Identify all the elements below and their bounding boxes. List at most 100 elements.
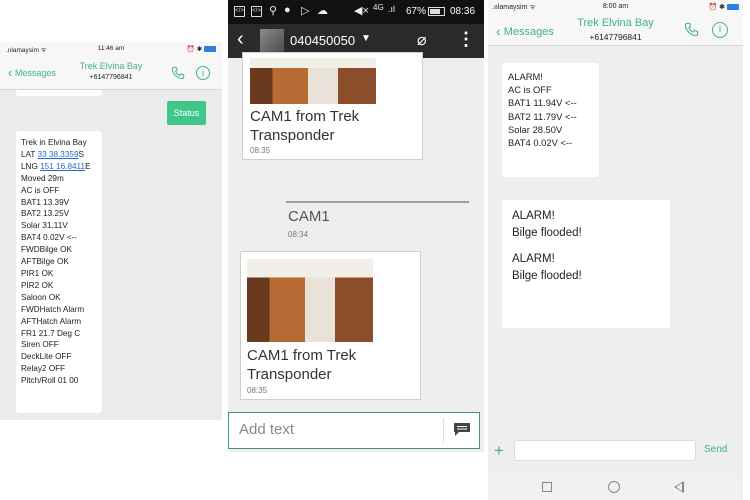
mms-title: CAM1 from Trek Transponder: [250, 108, 360, 144]
previous-message-bubble: [16, 90, 102, 96]
battery-icon: [727, 4, 739, 11]
phone-call-icon[interactable]: [684, 22, 699, 37]
android-nav-bar: [488, 474, 743, 500]
more-options-icon[interactable]: ⋮: [457, 29, 475, 50]
cabin-photo[interactable]: [247, 259, 373, 342]
compose-bar: + Send: [488, 436, 743, 466]
usb-icon: ⚲: [269, 5, 278, 17]
message-input-placeholder: Add text: [239, 421, 295, 438]
status-line: FR1 21.7 Deg C: [21, 328, 81, 338]
sent-message-bubble: Status: [167, 101, 206, 125]
attach-paperclip-icon[interactable]: ⌀: [417, 30, 427, 50]
mms-card[interactable]: CAM1 from Trek Transponder 08:35: [240, 251, 421, 400]
status-line: BAT1 13.39V: [21, 197, 70, 207]
longitude-link[interactable]: 151 16.8411: [40, 162, 85, 171]
status-time: 08:36: [450, 6, 476, 17]
send-message-icon[interactable]: [453, 422, 471, 437]
plain-message-text: CAM1: [288, 208, 330, 225]
received-message-bubble: ALARM! Bilge flooded! ALARM! Bilge flood…: [502, 200, 670, 328]
received-message-bubble: ALARM! AC is OFF BAT1 11.94V <-- BAT2 11…: [502, 63, 599, 177]
info-icon[interactable]: i: [196, 66, 210, 80]
dropdown-arrow-icon[interactable]: ▼: [361, 33, 371, 44]
bluetooth-icon: ✱: [719, 4, 726, 11]
middle-phone-screen: </> </> ⚲ ● ▷ ☁ ◀× 4G .ıl 67% 08:36 ‹ 04…: [228, 0, 484, 452]
info-icon[interactable]: i: [712, 22, 728, 38]
battery-icon: [428, 7, 445, 16]
message-line: Solar 28.50V: [508, 123, 563, 135]
left-phone-screen: .ıılamaysim ᯤ 11:46 am ⏰ ✱ ‹ Messages Tr…: [0, 42, 222, 420]
network-type-label: 4G: [373, 3, 384, 12]
message-input[interactable]: [514, 440, 696, 461]
status-line: FWDHatch Alarm: [21, 304, 85, 314]
status-line: Pitch/Roll 01 00: [21, 376, 79, 386]
longitude-line: LNG 151 16.8411E: [21, 161, 91, 171]
status-line: AFTHatch Alarm: [21, 316, 82, 326]
contact-number: +6147796841: [89, 74, 133, 81]
plain-message-time: 08:34: [288, 230, 309, 239]
status-icons: ⏰ ✱: [708, 3, 739, 11]
status-line: PIR1 OK: [21, 268, 54, 278]
status-line: Siren OFF: [21, 340, 59, 350]
message-line: BAT4 0.02V <--: [508, 137, 573, 149]
status-line: Solar 31.11V: [21, 221, 68, 231]
status-time: 8:00 am: [602, 3, 629, 10]
conversation-header: ‹ Messages Trek Elvina Bay +6147796841 i: [0, 56, 222, 90]
status-line: Moved 29m: [21, 173, 64, 183]
battery-icon: [204, 46, 216, 53]
bluetooth-icon: ✱: [196, 46, 203, 53]
input-divider: [443, 418, 444, 443]
back-triangle-icon[interactable]: [674, 481, 684, 493]
message-line: BAT1 11.94V <--: [508, 97, 577, 109]
mms-card[interactable]: CAM1 from Trek Transponder 08:35: [242, 52, 423, 160]
status-line: PIR2 OK: [21, 280, 54, 290]
signal-icon: .ıl: [388, 4, 396, 14]
mms-title: CAM1 from Trek Transponder: [247, 347, 357, 383]
right-phone-screen: .ıılamaysim ᯤ 8:00 am ⏰ ✱ ‹ Messages Tre…: [488, 0, 743, 500]
contact-number: +6147796841: [589, 32, 642, 42]
message-line: AC is OFF: [508, 84, 552, 96]
message-title: Trek in Elvina Bay: [21, 138, 87, 147]
status-line: Relay2 OFF: [21, 364, 66, 374]
code-notification-icon: </>: [251, 6, 262, 17]
latitude-line: LAT 33 38.3359S: [21, 149, 84, 159]
contact-avatar[interactable]: [260, 29, 284, 53]
contact-number[interactable]: 040450050: [290, 33, 355, 48]
back-arrow-icon[interactable]: ‹: [237, 28, 244, 51]
status-line: AFTBilge OK: [21, 257, 69, 267]
message-divider: [286, 201, 469, 203]
add-attachment-icon[interactable]: +: [494, 441, 504, 461]
latitude-link[interactable]: 33 38.3359: [38, 150, 79, 159]
home-icon[interactable]: [608, 481, 620, 493]
battery-percent: 67%: [406, 6, 427, 17]
message-line: Bilge flooded!: [512, 227, 582, 239]
status-line: DeckLite OFF: [21, 352, 72, 362]
message-input[interactable]: Add text: [228, 412, 480, 449]
android-icon: ●: [284, 4, 291, 16]
status-bar: </> </> ⚲ ● ▷ ☁ ◀× 4G .ıl 67% 08:36: [228, 0, 484, 24]
cabin-photo[interactable]: [250, 58, 376, 104]
status-line: BAT4 0.02V <--: [21, 233, 78, 243]
status-icons: ⏰ ✱: [187, 45, 216, 53]
contact-name[interactable]: Trek Elvina Bay: [488, 17, 743, 29]
recents-icon[interactable]: [542, 482, 552, 492]
phone-call-icon[interactable]: [171, 66, 185, 80]
mms-time: 08:35: [250, 146, 271, 155]
status-line: Saloon OK: [21, 292, 61, 302]
conversation-header: ‹ Messages Trek Elvina Bay +6147796841 i: [488, 14, 743, 46]
mms-time: 08:35: [247, 386, 268, 395]
status-bar: .ıılamaysim ᯤ 11:46 am ⏰ ✱: [0, 42, 222, 56]
message-line: Bilge flooded!: [512, 270, 582, 282]
message-line: ALARM!: [508, 71, 543, 82]
cloud-upload-icon: ☁: [317, 5, 328, 17]
alarm-icon: ⏰: [186, 46, 195, 53]
status-line: AC is OFF: [21, 185, 60, 195]
play-store-icon: ▷: [301, 5, 310, 17]
message-line: ALARM!: [512, 210, 555, 222]
mute-icon: ◀×: [354, 5, 369, 17]
message-line: ALARM!: [512, 253, 555, 265]
message-line: BAT2 11.79V <--: [508, 110, 577, 122]
status-line: BAT2 13.25V: [21, 209, 70, 219]
send-button[interactable]: Send: [704, 444, 727, 455]
alarm-icon: ⏰: [708, 4, 718, 11]
contact-name[interactable]: Trek Elvina Bay: [0, 61, 222, 71]
